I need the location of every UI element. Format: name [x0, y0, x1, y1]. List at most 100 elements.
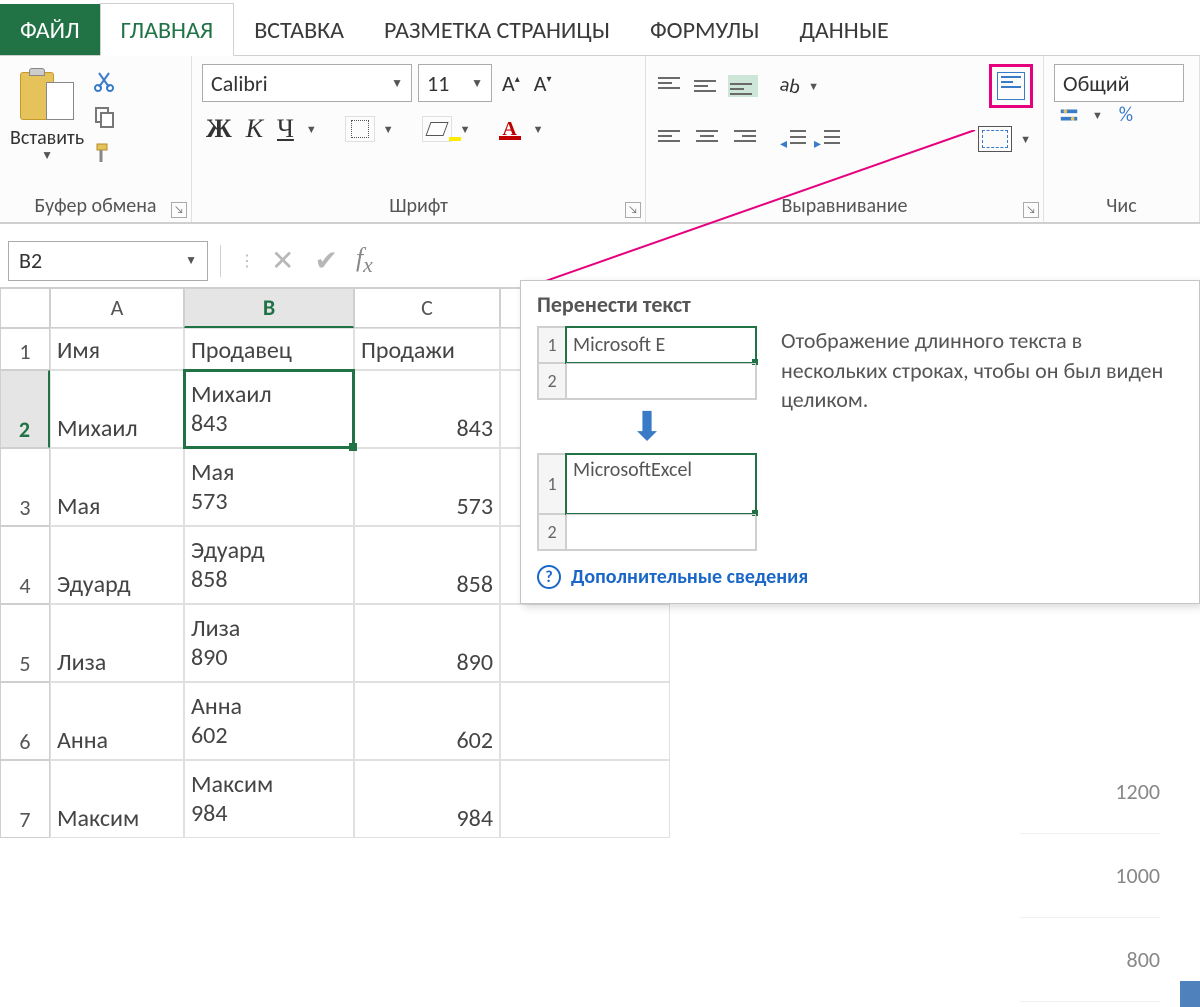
clipboard-launcher-icon[interactable]: ↘ [171, 202, 187, 218]
wrap-text-icon [997, 72, 1025, 100]
row-header-2[interactable]: 2 [0, 370, 50, 448]
row-header-7[interactable]: 7 [0, 760, 50, 838]
align-middle-button[interactable] [692, 75, 722, 97]
row-header-3[interactable]: 3 [0, 448, 50, 526]
orientation-dropdown-icon[interactable]: ▼ [806, 80, 821, 93]
bold-button[interactable]: Ж [202, 114, 236, 144]
align-top-button[interactable] [656, 75, 686, 97]
cell-C1[interactable]: Продажи [354, 328, 500, 370]
font-size-value: 11 [427, 70, 449, 97]
borders-button[interactable] [345, 116, 375, 142]
tab-data[interactable]: ДАННЫЕ [779, 4, 908, 55]
accounting-dropdown-icon[interactable]: ▼ [1090, 109, 1105, 122]
cell-B2[interactable]: Михаил 843 [184, 370, 354, 448]
fill-bucket-icon [425, 122, 448, 136]
increase-font-size-button[interactable]: A [498, 68, 524, 99]
percent-format-button[interactable]: % [1111, 102, 1141, 128]
paste-button[interactable]: Вставить ▼ [10, 64, 84, 163]
number-format-value: Общий [1063, 70, 1130, 97]
cancel-edit-button[interactable]: ✕ [261, 243, 304, 278]
paste-dropdown-icon[interactable]: ▼ [41, 148, 53, 163]
align-right-button[interactable] [728, 128, 758, 150]
tooltip-help-link[interactable]: ? Дополнительные сведения [537, 565, 1183, 589]
underline-dropdown-icon[interactable]: ▼ [304, 123, 319, 136]
cell-B1[interactable]: Продавец [184, 328, 354, 370]
tab-formulas[interactable]: ФОРМУЛЫ [630, 4, 780, 55]
confirm-edit-button[interactable]: ✔ [304, 243, 347, 278]
fill-color-button[interactable] [422, 116, 452, 142]
cell-B6[interactable]: Анна 602 [184, 682, 354, 760]
cell-A3[interactable]: Мая [50, 448, 184, 526]
select-all-corner[interactable] [0, 288, 50, 328]
wrap-text-button[interactable] [989, 64, 1033, 108]
cell-D7[interactable] [500, 760, 670, 838]
merge-dropdown-icon[interactable]: ▼ [1018, 133, 1033, 146]
align-bottom-button[interactable] [728, 75, 758, 97]
row-header-1[interactable]: 1 [0, 328, 50, 370]
name-box[interactable]: B2 ▼ [8, 241, 208, 281]
underline-button[interactable]: Ч [273, 114, 298, 144]
cell-C4[interactable]: 858 [354, 526, 500, 604]
cell-C5[interactable]: 890 [354, 604, 500, 682]
cut-button[interactable] [90, 68, 118, 94]
insert-function-button[interactable]: fx [348, 243, 381, 278]
cell-C6[interactable]: 602 [354, 682, 500, 760]
italic-button[interactable]: К [242, 114, 267, 144]
row-header-6[interactable]: 6 [0, 682, 50, 760]
format-painter-button[interactable] [90, 140, 118, 166]
row-header-5[interactable]: 5 [0, 604, 50, 682]
column-header-C[interactable]: C [354, 288, 500, 328]
row-header-4[interactable]: 4 [0, 526, 50, 604]
chevron-down-icon: ▼ [185, 253, 197, 268]
orientation-button[interactable]: ab [778, 72, 803, 100]
cell-A6[interactable]: Анна [50, 682, 184, 760]
tab-insert[interactable]: ВСТАВКА [234, 4, 364, 55]
font-launcher-icon[interactable]: ↘ [625, 202, 641, 218]
group-clipboard: Вставить ▼ Буфер обмена ↘ [0, 56, 192, 222]
merge-cells-button[interactable] [978, 126, 1012, 152]
decrease-font-size-button[interactable]: A [530, 68, 556, 99]
cell-B4[interactable]: Эдуард 858 [184, 526, 354, 604]
increase-indent-button[interactable]: ▸ [814, 127, 842, 151]
cell-D5[interactable] [500, 604, 670, 682]
fill-color-dropdown-icon[interactable]: ▼ [458, 123, 473, 136]
cell-C7[interactable]: 984 [354, 760, 500, 838]
font-color-dropdown-icon[interactable]: ▼ [531, 123, 546, 136]
alignment-launcher-icon[interactable]: ↘ [1023, 202, 1039, 218]
chevron-down-icon: ▼ [471, 76, 483, 91]
tab-layout[interactable]: РАЗМЕТКА СТРАНИЦЫ [364, 4, 630, 55]
ribbon: Вставить ▼ Буфер обмена ↘ [0, 56, 1200, 224]
name-box-value: B2 [19, 247, 42, 274]
number-format-combo[interactable]: Общий [1054, 64, 1184, 102]
accounting-format-button[interactable] [1054, 102, 1084, 128]
column-header-A[interactable]: A [50, 288, 184, 328]
tab-home[interactable]: ГЛАВНАЯ [100, 3, 235, 56]
cell-B5[interactable]: Лиза 890 [184, 604, 354, 682]
cell-A5[interactable]: Лиза [50, 604, 184, 682]
cell-A4[interactable]: Эдуард [50, 526, 184, 604]
column-header-B[interactable]: B [184, 288, 354, 328]
font-name-value: Calibri [211, 70, 268, 97]
copy-button[interactable] [90, 104, 118, 130]
group-clipboard-label: Буфер обмена ↘ [0, 192, 191, 222]
align-left-button[interactable] [656, 128, 686, 150]
cell-C3[interactable]: 573 [354, 448, 500, 526]
decrease-indent-button[interactable]: ◂ [780, 127, 808, 151]
chevron-down-icon: ▼ [391, 76, 403, 91]
cell-C2[interactable]: 843 [354, 370, 500, 448]
cell-A2[interactable]: Михаил [50, 370, 184, 448]
font-color-button[interactable]: А [495, 116, 525, 142]
axis-tick: 800 [1020, 918, 1160, 1002]
cell-A1[interactable]: Имя [50, 328, 184, 370]
cell-B7[interactable]: Максим 984 [184, 760, 354, 838]
cell-B3[interactable]: Мая 573 [184, 448, 354, 526]
borders-dropdown-icon[interactable]: ▼ [381, 123, 396, 136]
font-size-combo[interactable]: 11 ▼ [418, 64, 492, 102]
font-name-combo[interactable]: Calibri ▼ [202, 64, 412, 102]
align-center-button[interactable] [692, 128, 722, 150]
cell-D6[interactable] [500, 682, 670, 760]
cell-A7[interactable]: Максим [50, 760, 184, 838]
help-icon: ? [537, 565, 561, 589]
wrap-text-tooltip: Перенести текст 1Microsoft E 2 ⬇ 1Micros… [520, 280, 1200, 604]
tab-file[interactable]: ФАЙЛ [0, 4, 100, 55]
